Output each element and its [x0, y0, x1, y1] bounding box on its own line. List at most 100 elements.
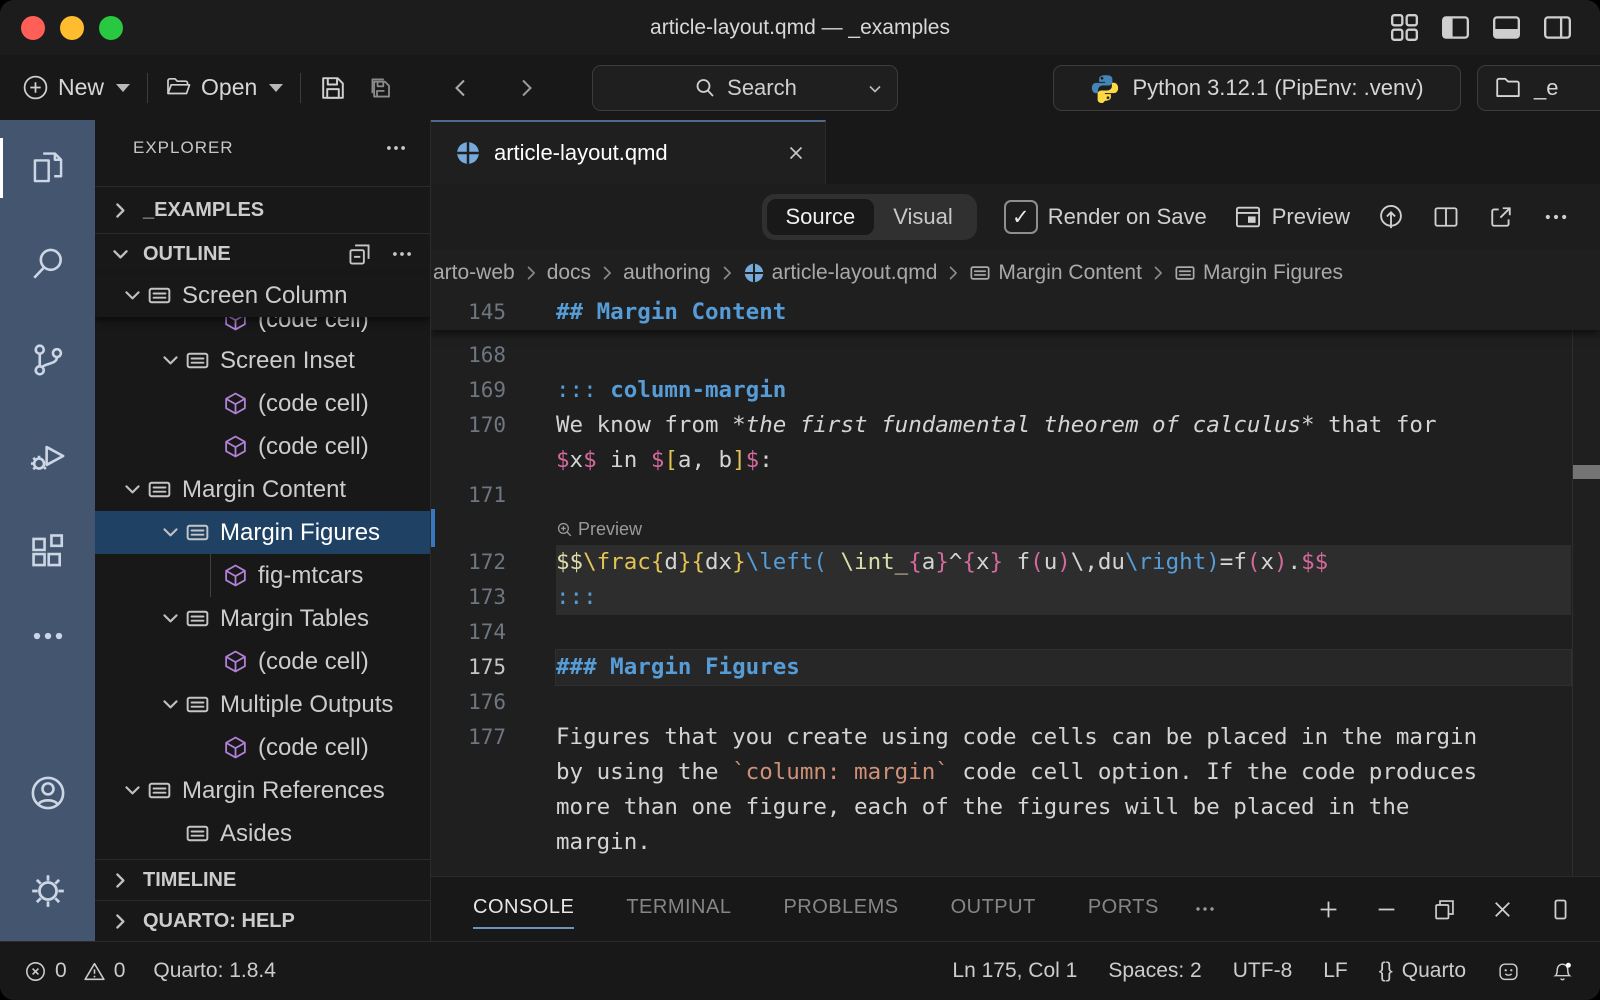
account-button[interactable]	[0, 745, 95, 841]
outline-item-asides[interactable]: Asides	[95, 812, 430, 855]
section-timeline[interactable]: TIMELINE	[95, 859, 430, 900]
panel-tab-problems[interactable]: PROBLEMS	[783, 890, 898, 929]
explorer-more-icon[interactable]	[384, 136, 408, 160]
sidebar-item-search[interactable]	[0, 216, 95, 312]
close-panel-icon[interactable]	[1489, 896, 1516, 923]
feedback-smiley-icon[interactable]	[1497, 960, 1520, 983]
problems-status[interactable]: 0 0	[24, 959, 125, 983]
scrollbar-track[interactable]	[1572, 295, 1600, 876]
code-line-168[interactable]: 168	[431, 338, 1600, 373]
sidebar-item-more[interactable]	[0, 600, 95, 672]
notifications-bell-icon[interactable]	[1551, 960, 1574, 983]
language-mode-status[interactable]: {} Quarto	[1379, 959, 1466, 983]
outline-item-screen-column[interactable]: Screen Column	[95, 274, 430, 317]
indentation-status[interactable]: Spaces: 2	[1108, 959, 1201, 983]
code-line-171[interactable]: 171	[431, 478, 1600, 513]
outline-item-fig-mtcars[interactable]: fig-mtcars	[95, 554, 430, 597]
outline-item-code-cell[interactable]: (code cell)	[95, 425, 430, 468]
sidebar-item-source-control[interactable]	[0, 312, 95, 408]
save-all-icon[interactable]	[365, 72, 397, 104]
code-line-175[interactable]: 175### Margin Figures	[431, 650, 1600, 685]
breadcrumb-item-arto-web[interactable]: arto-web	[433, 261, 515, 285]
code-line-177-wrap[interactable]: margin.	[431, 825, 1600, 860]
outline-more-icon[interactable]	[390, 242, 414, 267]
breadcrumb-label: authoring	[623, 261, 711, 285]
code-lens-preview[interactable]: Preview	[431, 513, 1600, 545]
save-icon[interactable]	[318, 73, 348, 103]
eol-status[interactable]: LF	[1323, 959, 1348, 983]
panel-tab-ports[interactable]: PORTS	[1088, 890, 1159, 929]
workspace-button[interactable]: _e	[1477, 65, 1600, 111]
panel-tab-console[interactable]: CONSOLE	[473, 890, 574, 929]
outline-item-screen-inset[interactable]: Screen Inset	[95, 339, 430, 382]
scrollbar-thumb[interactable]	[1573, 465, 1600, 479]
open-button[interactable]: Open	[165, 74, 283, 101]
outline-item-code-cell[interactable]: (code cell)	[95, 640, 430, 683]
code-line-145[interactable]: 145## Margin Content	[431, 295, 1600, 330]
code-line-176[interactable]: 176	[431, 685, 1600, 720]
outline-item-margin-references[interactable]: Margin References	[95, 769, 430, 812]
preview-button[interactable]: Preview	[1234, 203, 1350, 231]
toggle-left-sidebar-icon[interactable]	[1441, 13, 1470, 42]
collapse-all-icon[interactable]	[347, 242, 372, 267]
navigate-back-icon[interactable]	[448, 75, 474, 101]
outline-item-code-cell[interactable]: (code cell)	[95, 382, 430, 425]
new-terminal-icon[interactable]	[1315, 896, 1342, 923]
panel-tab-terminal[interactable]: TERMINAL	[626, 890, 731, 929]
panel-more-icon[interactable]	[1193, 897, 1217, 921]
tab-article-layout[interactable]: article-layout.qmd	[431, 120, 826, 184]
outline-item-code-cell[interactable]: (code cell)	[95, 317, 430, 339]
section-quarto-help[interactable]: QUARTO: HELP	[95, 900, 430, 941]
encoding-status[interactable]: UTF-8	[1233, 959, 1293, 983]
toggle-right-sidebar-icon[interactable]	[1543, 13, 1572, 42]
render-on-save-checkbox[interactable]: ✓	[1004, 200, 1038, 234]
customize-layout-icon[interactable]	[1390, 13, 1419, 42]
code-line-172[interactable]: 172$$\frac{d}{dx}\left( \int_{a}^{x} f(u…	[431, 545, 1600, 580]
quarto-version-status[interactable]: Quarto: 1.8.4	[153, 959, 276, 983]
outline-item-multiple-outputs[interactable]: Multiple Outputs	[95, 683, 430, 726]
editor-more-icon[interactable]	[1542, 203, 1570, 231]
cursor-position-status[interactable]: Ln 175, Col 1	[952, 959, 1077, 983]
code-line-169[interactable]: 169::: column-margin	[431, 373, 1600, 408]
open-external-icon[interactable]	[1487, 203, 1515, 231]
outline-item-code-cell[interactable]: (code cell)	[95, 726, 430, 769]
new-button[interactable]: New	[22, 74, 130, 101]
panel-tab-output[interactable]: OUTPUT	[951, 890, 1036, 929]
sidebar-item-explorer[interactable]	[0, 120, 95, 216]
split-editor-icon[interactable]	[1432, 203, 1460, 231]
outline-item-margin-content[interactable]: Margin Content	[95, 468, 430, 511]
code-line-177-wrap[interactable]: more than one figure, each of the figure…	[431, 790, 1600, 825]
python-interpreter-button[interactable]: Python 3.12.1 (PipEnv: .venv)	[1053, 65, 1461, 111]
code-line-174[interactable]: 174	[431, 615, 1600, 650]
outline-item-margin-tables[interactable]: Margin Tables	[95, 597, 430, 640]
breadcrumb-item-article-layout-qmd[interactable]: article-layout.qmd	[743, 261, 938, 285]
breadcrumb-item-margin-figures[interactable]: Margin Figures	[1174, 261, 1343, 285]
toggle-visual[interactable]: Visual	[874, 199, 972, 235]
code-line-170-wrap[interactable]: $x$ in $[a, b]$:	[431, 443, 1600, 478]
section-outline[interactable]: OUTLINE	[95, 233, 430, 274]
section-examples[interactable]: _EXAMPLES	[95, 186, 430, 233]
code-line-173[interactable]: 173:::	[431, 580, 1600, 615]
maximize-panel-icon[interactable]	[1547, 896, 1574, 923]
toggle-bottom-panel-icon[interactable]	[1492, 13, 1521, 42]
minimize-panel-icon[interactable]	[1373, 896, 1400, 923]
breadcrumb-item-authoring[interactable]: authoring	[623, 261, 711, 285]
navigate-forward-icon[interactable]	[513, 75, 539, 101]
settings-button[interactable]	[0, 841, 95, 941]
code-editor[interactable]: 145## Margin Content168169::: column-mar…	[431, 295, 1600, 876]
breadcrumb-item-margin-content[interactable]: Margin Content	[969, 261, 1142, 285]
toggle-source[interactable]: Source	[767, 199, 875, 235]
sidebar-item-run-debug[interactable]	[0, 408, 95, 504]
outline-item-margin-figures[interactable]: Margin Figures	[95, 511, 430, 554]
chevron-right-icon	[105, 199, 135, 222]
restore-panel-icon[interactable]	[1431, 896, 1458, 923]
search-input[interactable]: Search	[592, 65, 898, 111]
code-line-177[interactable]: 177Figures that you create using code ce…	[431, 720, 1600, 755]
chevron-down-icon[interactable]	[866, 80, 884, 98]
code-line-177-wrap[interactable]: by using the `column: margin` code cell …	[431, 755, 1600, 790]
render-icon[interactable]	[1377, 203, 1405, 231]
code-line-170[interactable]: 170We know from *the first fundamental t…	[431, 408, 1600, 443]
breadcrumb-item-docs[interactable]: docs	[547, 261, 591, 285]
close-icon[interactable]	[785, 142, 807, 164]
sidebar-item-extensions[interactable]	[0, 504, 95, 600]
